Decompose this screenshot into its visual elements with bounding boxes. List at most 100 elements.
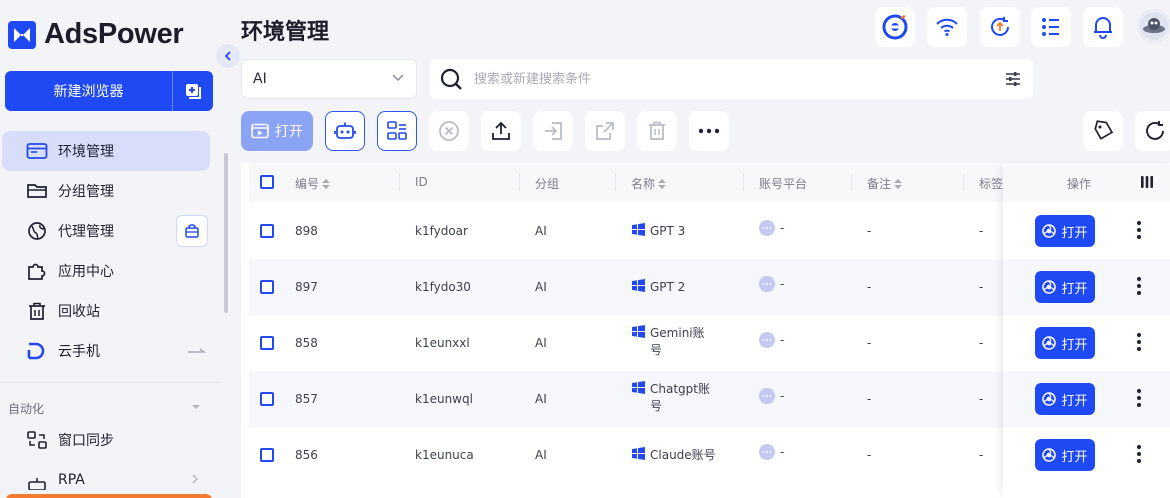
- open-selected-button[interactable]: 打开: [241, 111, 313, 151]
- open-profile-button[interactable]: 打开: [1035, 383, 1095, 415]
- cell-name[interactable]: Claude账号: [632, 447, 730, 464]
- cell-platform: -: [759, 276, 784, 292]
- cell-name[interactable]: Gemini账号: [632, 325, 712, 359]
- bell-icon[interactable]: [1083, 7, 1123, 47]
- sidebar-item-proxy[interactable]: 代理管理: [0, 211, 212, 251]
- new-browser-button[interactable]: 新建浏览器: [5, 71, 213, 111]
- sidebar-item-environment[interactable]: 环境管理: [2, 131, 210, 171]
- share-icon[interactable]: [585, 111, 625, 151]
- column-header-label: 操作: [1067, 177, 1092, 191]
- more-vertical-icon[interactable]: [1137, 333, 1141, 351]
- sidebar-item-cloud-phone[interactable]: 云手机: [0, 331, 212, 371]
- cell-tag: -: [979, 336, 984, 350]
- column-header-name[interactable]: 名称: [631, 175, 667, 192]
- sidebar-item-label: RPA: [58, 472, 85, 488]
- refresh-icon[interactable]: [1135, 111, 1170, 151]
- cell-name[interactable]: GPT 3: [632, 223, 712, 240]
- cell-number: 857: [295, 392, 318, 406]
- row-checkbox[interactable]: [260, 336, 274, 350]
- sidebar-item-rpa[interactable]: RPA: [0, 460, 212, 498]
- chevron-down-icon[interactable]: [191, 404, 201, 410]
- open-profile-button[interactable]: 打开: [1035, 327, 1095, 359]
- cell-id[interactable]: k1eunwql: [415, 392, 473, 406]
- column-header-remark[interactable]: 备注: [867, 175, 903, 192]
- sidebar-scrollbar[interactable]: [224, 153, 228, 313]
- row-checkbox[interactable]: [260, 448, 274, 462]
- more-vertical-icon[interactable]: [1137, 445, 1141, 463]
- cell-id[interactable]: k1eunuca: [415, 448, 474, 462]
- import-icon[interactable]: [533, 111, 573, 151]
- cell-name[interactable]: Chatgpt账号: [632, 381, 712, 415]
- cell-tag: -: [979, 448, 984, 462]
- adspower-logo-icon: [8, 20, 36, 49]
- row-checkbox[interactable]: [260, 392, 274, 406]
- upload-icon[interactable]: [481, 111, 521, 151]
- more-vertical-icon[interactable]: [1137, 277, 1141, 295]
- tag-icon[interactable]: [1083, 111, 1123, 151]
- column-header-label: 标签: [979, 177, 1004, 191]
- more-vertical-icon[interactable]: [1137, 389, 1141, 407]
- column-header-label: 分组: [535, 177, 560, 191]
- cell-platform: -: [759, 220, 784, 236]
- column-header-number[interactable]: 编号: [295, 175, 331, 192]
- cell-name-text: Claude账号: [650, 448, 716, 462]
- group-select[interactable]: AI: [241, 59, 417, 99]
- row-checkbox[interactable]: [260, 224, 274, 238]
- column-header-label: 账号平台: [759, 177, 808, 191]
- cell-id[interactable]: k1fydoar: [415, 224, 468, 238]
- cell-platform: -: [759, 388, 784, 404]
- open-profile-button[interactable]: 打开: [1035, 271, 1095, 303]
- search-box[interactable]: [430, 59, 1033, 99]
- trash-icon: [26, 301, 48, 321]
- proxy-shop-icon[interactable]: [176, 215, 208, 247]
- cell-name[interactable]: GPT 2: [632, 279, 712, 296]
- sidebar-item-label: 回收站: [58, 304, 100, 320]
- column-divider: [399, 174, 400, 191]
- collapse-sidebar-button[interactable]: [216, 44, 240, 68]
- column-header-label: 备注: [867, 177, 892, 191]
- sort-icon[interactable]: [894, 178, 903, 189]
- column-settings-icon[interactable]: [1140, 175, 1154, 189]
- cell-id[interactable]: k1fydo30: [415, 280, 471, 294]
- browser-window-icon: [26, 141, 48, 161]
- more-vertical-icon[interactable]: [1137, 221, 1141, 239]
- search-input[interactable]: [474, 69, 974, 89]
- adspower-ring-icon[interactable]: [875, 7, 915, 47]
- wifi-icon[interactable]: [927, 7, 967, 47]
- sidebar-item-groups[interactable]: 分组管理: [0, 171, 212, 211]
- robot-icon[interactable]: [325, 111, 365, 151]
- group-sort-icon[interactable]: [377, 111, 417, 151]
- actions-row: 打开: [1003, 427, 1170, 483]
- more-icon[interactable]: [689, 111, 729, 151]
- select-all-checkbox[interactable]: [260, 175, 274, 189]
- update-icon[interactable]: [980, 7, 1020, 47]
- open-profile-label: 打开: [1061, 337, 1088, 353]
- sidebar-item-recycle-bin[interactable]: 回收站: [0, 291, 212, 331]
- filter-settings-icon[interactable]: [1005, 71, 1021, 87]
- cell-tag: -: [979, 224, 984, 238]
- sort-icon[interactable]: [658, 178, 667, 189]
- page-title: 环境管理: [241, 20, 330, 45]
- close-circle-icon[interactable]: [429, 111, 469, 151]
- promo-banner[interactable]: [6, 494, 212, 498]
- cell-remark: -: [867, 224, 872, 238]
- row-checkbox[interactable]: [260, 280, 274, 294]
- sidebar-item-window-sync[interactable]: 窗口同步: [0, 420, 212, 460]
- open-profile-label: 打开: [1061, 225, 1088, 241]
- avatar[interactable]: [1137, 9, 1170, 43]
- open-profile-button[interactable]: 打开: [1035, 439, 1095, 471]
- sidebar-item-label: 分组管理: [58, 184, 114, 200]
- cell-id[interactable]: k1eunxxl: [415, 336, 470, 350]
- cell-platform-text: -: [780, 333, 785, 347]
- sidebar-item-app-center[interactable]: 应用中心: [0, 251, 212, 291]
- actions-column: 操作 打开 打开 打开 打开 打开: [1003, 163, 1170, 498]
- sort-icon[interactable]: [322, 178, 331, 189]
- search-icon: [440, 68, 464, 92]
- puzzle-icon: [26, 261, 48, 281]
- task-list-icon[interactable]: [1031, 7, 1071, 47]
- batch-create-icon[interactable]: [173, 71, 213, 111]
- sidebar: AdsPower 新建浏览器 环境管理 分组管理 代理管理 应用中心 回收站 云…: [0, 0, 229, 498]
- new-browser-label[interactable]: 新建浏览器: [5, 71, 172, 111]
- open-profile-button[interactable]: 打开: [1035, 215, 1095, 247]
- trash-icon[interactable]: [637, 111, 677, 151]
